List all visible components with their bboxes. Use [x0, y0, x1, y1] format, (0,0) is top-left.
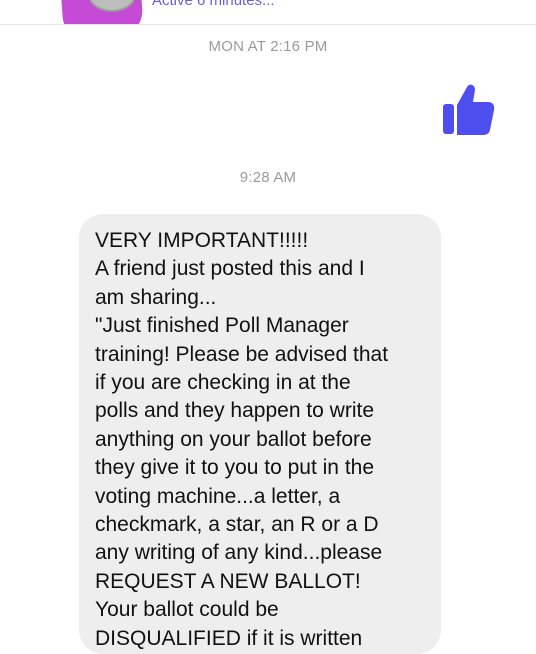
message-line: if you are checking in at the [95, 371, 351, 395]
message-line: training! Please be advised that [95, 342, 389, 366]
message-text: VERY IMPORTANT!!!!! A friend just posted … [95, 227, 435, 653]
message-line: am sharing... [95, 285, 217, 309]
timestamp-second: 9:28 AM [239, 169, 297, 186]
message-line: DISQUALIFIED if it is written [95, 626, 363, 650]
chat-header: Active 6 minutes... [0, 0, 536, 24]
message-line: any writing of any kind...please [95, 541, 383, 565]
message-line: polls and they happen to write [95, 399, 375, 423]
message-line: A friend just posted this and I [95, 257, 365, 281]
timestamp-first: MON AT 2:16 PM [208, 38, 328, 55]
message-line: they give it to you to put in the [95, 456, 375, 480]
message-line: "Just finished Poll Manager [95, 314, 349, 338]
message-line: checkmark, a star, an R or a D [95, 513, 379, 537]
message-line: voting machine...a letter, a [95, 484, 341, 508]
active-status: Active 6 minutes... [152, 0, 275, 9]
message-line: VERY IMPORTANT!!!!! [95, 229, 309, 252]
message-line: Your ballot could be [95, 598, 279, 622]
message-line: REQUEST A NEW BALLOT! [95, 569, 361, 593]
header-divider [0, 24, 536, 25]
thumb-cuff [443, 104, 454, 134]
thumb-hand [457, 84, 495, 135]
message-line: anything on your ballot before [95, 427, 372, 451]
thumbs-up-icon[interactable] [440, 80, 496, 138]
